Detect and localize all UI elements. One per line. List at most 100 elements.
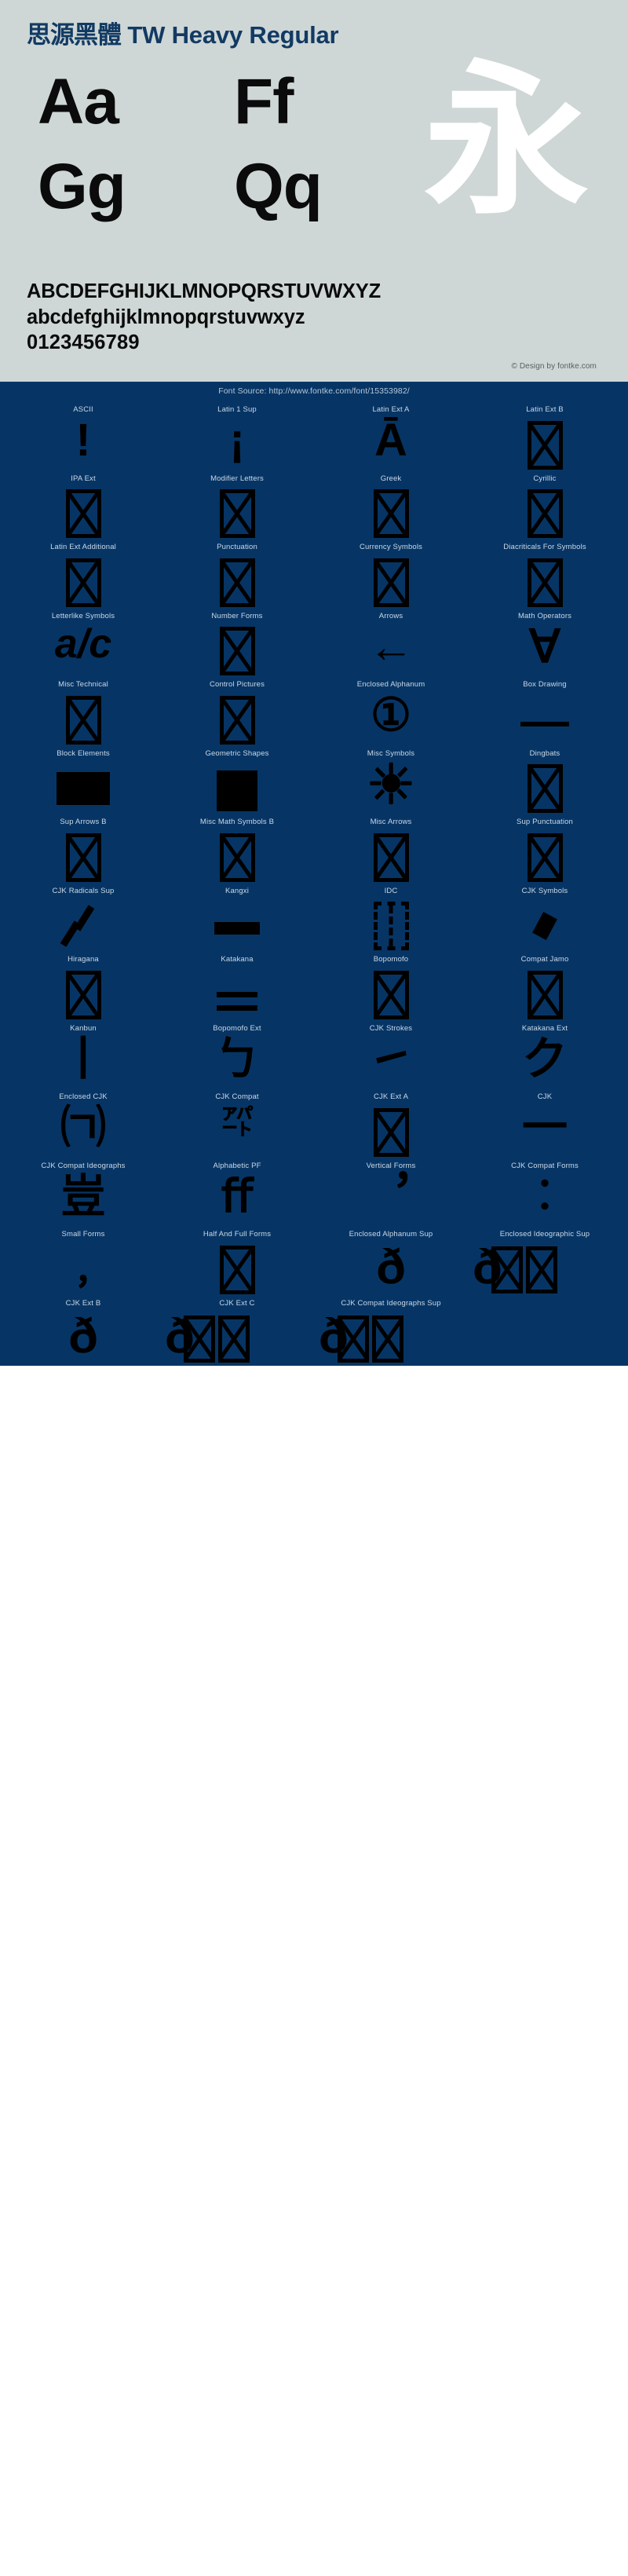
unicode-block-cell: IDC: [314, 882, 468, 951]
unicode-block-cell: CJK Radicals Sup: [6, 882, 160, 951]
copyright-notice: © Design by fontke.com: [511, 362, 597, 371]
full-block-icon: [57, 771, 110, 805]
unicode-block-label: Misc Arrows: [370, 818, 412, 827]
unicode-block-cell: Diacriticals For Symbols: [468, 538, 622, 607]
unicode-block-label: Latin Ext A: [372, 405, 410, 415]
unicode-block-cell: Control Pictures: [160, 675, 314, 745]
unicode-block-label: CJK Ext B: [65, 1298, 101, 1308]
unicode-block-cell: Vertical Forms ︐: [314, 1157, 468, 1226]
unicode-block-label: Katakana: [221, 955, 254, 964]
missing-glyph-box-icon: [373, 558, 409, 607]
unicode-block-label: Currency Symbols: [359, 543, 422, 552]
alphabet-lowercase: abcdefghijklmnopqrstuvwxyz: [27, 306, 305, 328]
unicode-block-label: IDC: [384, 886, 398, 895]
missing-glyph-box-icon: [65, 489, 101, 539]
unicode-block-label: CJK Compat Ideographs: [41, 1161, 126, 1170]
unicode-block-label: Control Pictures: [210, 680, 265, 690]
glyph-sample: ð: [376, 1240, 406, 1295]
unicode-block-cell: Dingbats: [468, 745, 622, 814]
glyph-sample: ︐: [367, 1170, 414, 1222]
unicode-block-cell: CJK Compat Forms ︰: [468, 1157, 622, 1226]
unicode-block-cell: Enclosed Ideographic Sup ð: [468, 1225, 622, 1294]
missing-glyph-box-icon: [219, 695, 255, 745]
unicode-block-label: CJK Compat Forms: [511, 1161, 579, 1170]
font-specimen-panel: 思源黑體 TW Heavy Regular Aa Ff Gg Qq 永 ABCD…: [0, 0, 628, 382]
unicode-block-cell: Alphabetic PF ﬀ: [160, 1157, 314, 1226]
missing-glyph-box-icon: [526, 1246, 557, 1294]
unicode-block-label: Enclosed Alphanum: [356, 680, 425, 690]
unicode-block-cell: Block Elements: [6, 745, 160, 814]
unicode-block-cell: Misc Math Symbols B: [160, 813, 314, 882]
missing-glyph-box-icon: [527, 489, 563, 539]
unicode-block-cell: Misc Arrows: [314, 813, 468, 882]
unicode-block-label: Misc Math Symbols B: [199, 818, 275, 827]
black-square-icon: [217, 770, 257, 811]
showcase-glyph-ff: Ff: [234, 66, 294, 138]
unicode-block-cell: CJK Ext Bð: [6, 1294, 160, 1363]
glyph-sample: ①: [371, 690, 411, 741]
missing-glyph-box-icon: [219, 832, 255, 882]
missing-glyph-box-icon: [219, 489, 255, 539]
unicode-block-label: Hiragana: [68, 955, 99, 964]
missing-glyph-box-icon: [218, 1315, 250, 1363]
unicode-block-cell: Sup Punctuation: [468, 813, 622, 882]
cjk-symbol-stroke-icon: [532, 911, 557, 940]
unicode-block-cell: Punctuation: [160, 538, 314, 607]
unicode-block-cell: Greek: [314, 470, 468, 539]
font-title-cjk: 思源黑體: [27, 21, 122, 49]
unicode-block-label: CJK Ext C: [219, 1298, 255, 1308]
unicode-block-cell: Bopomofo Ext ㄅ: [160, 1019, 314, 1089]
unicode-block-label: Arrows: [378, 611, 403, 620]
overlapping-glyph-group: ð: [468, 1243, 622, 1294]
alphabet-sample-block: ABCDEFGHIJKLMNOPQRSTUVWXYZ abcdefghijklm…: [0, 279, 628, 356]
glyph-sample: 丨: [60, 1033, 106, 1085]
unicode-block-label: Box Drawing: [523, 680, 567, 690]
font-title-latin: TW Heavy Regular: [121, 21, 339, 49]
missing-glyph-box-icon: [527, 420, 563, 470]
unicode-block-cell: Math Operators ∀: [468, 607, 622, 676]
unicode-block-cell: Latin Ext AĀ: [314, 401, 468, 470]
unicode-block-cell: CJK Compat Ideographs 豈: [6, 1157, 160, 1226]
unicode-block-label: Dingbats: [529, 748, 560, 758]
missing-glyph-box-icon: [527, 970, 563, 1019]
showcase-glyph-aa: Aa: [38, 66, 119, 138]
unicode-block-cell: CJK Compat ㌀: [160, 1088, 314, 1157]
missing-glyph-box-icon: [219, 558, 255, 607]
glyph-sample: 豈: [60, 1170, 106, 1222]
missing-glyph-box-icon: [527, 832, 563, 882]
unicode-block-label: Latin Ext Additional: [50, 543, 116, 552]
font-source-link[interactable]: Font Source: http://www.fontke.com/font/…: [0, 382, 628, 397]
unicode-block-label: Alphabetic PF: [213, 1161, 261, 1170]
glyph-sample: ㈀: [60, 1102, 106, 1154]
unicode-block-grid: ASCII! Latin 1 Sup ¡ Latin Ext A Ā Latin Ext …: [0, 397, 628, 1363]
unicode-block-label: Kangxi: [225, 886, 249, 895]
unicode-block-label: Punctuation: [217, 543, 257, 552]
unicode-block-label: CJK Radicals Sup: [52, 886, 115, 895]
missing-glyph-box-icon: [491, 1246, 523, 1294]
unicode-block-label: Compat Jamo: [520, 955, 569, 964]
unicode-block-label: Sup Punctuation: [517, 818, 573, 827]
unicode-block-cell: CJK Symbols: [468, 882, 622, 951]
unicode-block-cell: Latin Ext B: [468, 401, 622, 470]
unicode-block-label: Kanbun: [70, 1023, 97, 1033]
cjk-radical-strokes-icon: [60, 904, 106, 950]
missing-glyph-box-icon: [65, 695, 101, 745]
unicode-block-cell: Letterlike Symbols a/c: [6, 607, 160, 676]
unicode-block-label: Latin 1 Sup: [217, 405, 257, 415]
glyph-sample: ﹐: [60, 1239, 106, 1291]
glyph-sample: ∀: [529, 620, 560, 672]
unicode-block-label: Latin Ext B: [526, 405, 564, 415]
glyph-sample: ð: [68, 1308, 98, 1363]
unicode-block-cell: Enclosed Alphanum ①: [314, 675, 468, 745]
missing-glyph-box-icon: [373, 1107, 409, 1157]
sun-icon: ☀: [366, 753, 416, 815]
unicode-block-label: CJK Symbols: [521, 886, 568, 895]
unicode-block-label: Geometric Shapes: [205, 748, 269, 758]
unicode-block-cell: Misc Technical: [6, 675, 160, 745]
glyph-sample: ¡: [229, 415, 245, 467]
unicode-block-label: Greek: [380, 474, 402, 483]
glyph-sample: a/c: [54, 620, 112, 667]
unicode-block-cell: Modifier Letters: [160, 470, 314, 539]
unicode-block-label: Bopomofo Ext: [213, 1023, 261, 1033]
missing-glyph-box-icon: [372, 1315, 403, 1363]
